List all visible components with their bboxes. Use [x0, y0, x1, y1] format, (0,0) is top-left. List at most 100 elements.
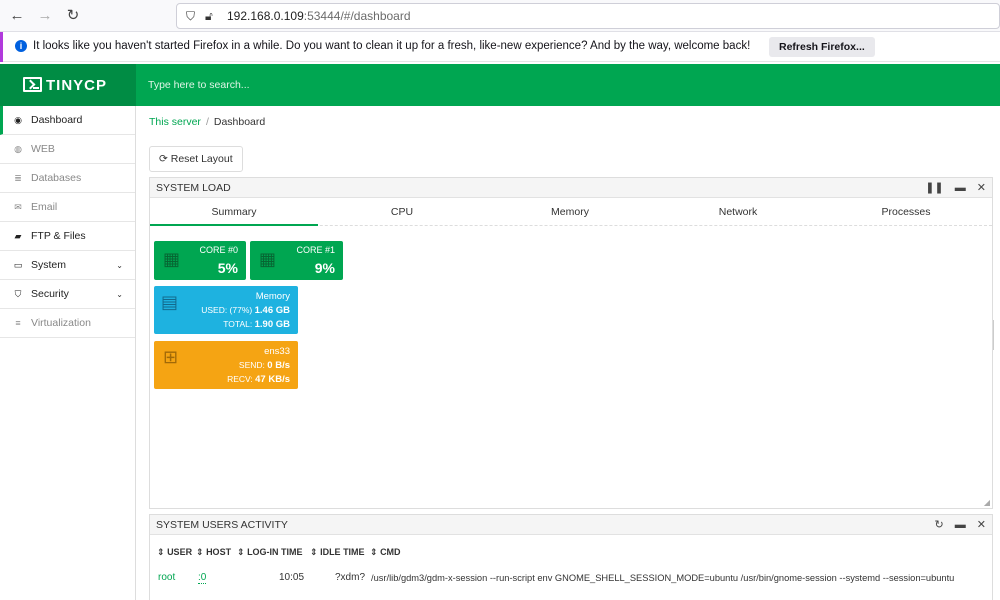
envelope-icon: ✉ — [14, 202, 22, 212]
column-label: IDLE TIME — [320, 547, 365, 557]
tab-network[interactable]: Network — [654, 198, 822, 226]
sidebar-item-security[interactable]: ⛉ Security ⌄ — [0, 280, 135, 309]
url-bar[interactable]: ⛉ 🔓︎ 192.168.0.109:53444/#/dashboard — [176, 3, 1000, 29]
network-title: ens33 — [264, 346, 290, 357]
sidebar-item-virtualization[interactable]: ≡ Virtualization — [0, 309, 135, 338]
breadcrumb-current: Dashboard — [213, 116, 266, 128]
app-header: TINYCP Type here to search... — [0, 64, 1000, 106]
sort-icon: ⇕ — [196, 547, 204, 557]
logo-text: TINYCP — [46, 77, 108, 94]
panel-title: SYSTEM LOAD — [156, 182, 231, 194]
url-text[interactable]: 192.168.0.109:53444/#/dashboard — [227, 9, 411, 23]
core-1-tile[interactable]: ▦ CORE #1 9% — [250, 241, 343, 280]
sidebar-item-label: System — [31, 259, 67, 271]
sort-icon: ⇕ — [237, 547, 245, 557]
notification-bar: i It looks like you haven't started Fire… — [0, 32, 1000, 62]
column-label: HOST — [206, 547, 232, 557]
breadcrumb-link[interactable]: This server — [149, 116, 201, 128]
minimize-icon[interactable]: ▬ — [955, 519, 966, 531]
monitor-icon: ▭ — [13, 260, 23, 270]
resize-handle-icon[interactable]: ◢ — [984, 498, 990, 507]
browser-toolbar: ← → ↻ ⛉ 🔓︎ 192.168.0.109:53444/#/dashboa… — [0, 0, 1000, 32]
sidebar-item-web[interactable]: ◍ WEB — [0, 135, 135, 164]
sort-icon: ⇕ — [157, 547, 165, 557]
cpu-chip-icon: ▦ — [259, 249, 277, 269]
cell-user[interactable]: root — [158, 572, 175, 583]
core-value: 5% — [217, 260, 238, 276]
breadcrumb: This server / Dashboard — [149, 116, 265, 128]
tab-summary[interactable]: Summary — [150, 198, 318, 226]
network-tile[interactable]: ⊞ ens33 SEND: 0 B/s RECV: 47 KB/s — [154, 341, 298, 389]
column-header-host[interactable]: ⇕ HOST — [196, 547, 231, 558]
cpu-chip-icon: ▦ — [163, 249, 181, 269]
reset-layout-button[interactable]: ⟳ Reset Layout — [149, 146, 243, 172]
reload-icon[interactable]: ↻ — [64, 7, 82, 25]
column-label: USER — [167, 547, 193, 557]
forward-icon[interactable]: → — [36, 7, 54, 25]
refresh-icon[interactable]: ↻ — [934, 519, 943, 531]
sidebar-item-label: Security — [31, 288, 69, 300]
close-icon[interactable]: ✕ — [977, 519, 986, 531]
cell-login-time: 10:05 — [279, 572, 305, 583]
ram-module-icon: ▤ — [161, 292, 179, 312]
column-header-user[interactable]: ⇕ USER — [157, 547, 192, 558]
column-label: LOG-IN TIME — [247, 547, 303, 557]
send-label: SEND: — [238, 360, 265, 370]
system-load-panel: SYSTEM LOAD ❚❚ ▬ ✕ Summary CPU Memory Ne… — [149, 177, 993, 509]
column-header-cmd[interactable]: ⇕ CMD — [370, 547, 401, 558]
memory-total-label: TOTAL: — [223, 319, 253, 329]
panel-tools: ❚❚ ▬ ✕ — [917, 178, 986, 198]
pause-icon[interactable]: ❚❚ — [925, 182, 943, 194]
tab-memory[interactable]: Memory — [486, 198, 654, 226]
core-0-tile[interactable]: ▦ CORE #0 5% — [154, 241, 246, 280]
panel-tools: ↻ ▬ ✕ — [926, 515, 986, 535]
column-header-login-time[interactable]: ⇕ LOG-IN TIME — [237, 547, 303, 558]
close-icon[interactable]: ✕ — [977, 182, 986, 194]
lock-icon[interactable]: 🔓︎ — [205, 9, 213, 24]
recv-value: 47 KB/s — [255, 374, 290, 385]
search-input[interactable]: Type here to search... — [148, 79, 250, 91]
refresh-firefox-button[interactable]: Refresh Firefox... — [769, 37, 875, 57]
cell-host[interactable]: :0 — [198, 572, 207, 584]
memory-used: USED: (77%) 1.46 GB — [201, 305, 290, 316]
logo[interactable]: TINYCP — [0, 64, 136, 106]
tab-bar: Summary CPU Memory Network Processes — [150, 198, 992, 226]
sort-icon: ⇕ — [310, 547, 318, 557]
panel-header: SYSTEM USERS ACTIVITY ↻ ▬ ✕ — [150, 515, 992, 535]
sidebar-item-system[interactable]: ▭ System ⌄ — [0, 251, 135, 280]
memory-tile[interactable]: ▤ Memory USED: (77%) 1.46 GB TOTAL: 1.90… — [154, 286, 298, 334]
sidebar-item-ftp-files[interactable]: ▰ FTP & Files — [0, 222, 135, 251]
sidebar-item-label: Virtualization — [31, 317, 91, 329]
minimize-icon[interactable]: ▬ — [955, 182, 966, 194]
page-scroll-edge — [993, 320, 1000, 350]
back-icon[interactable]: ← — [8, 7, 26, 25]
memory-used-value: 1.46 GB — [254, 305, 290, 316]
tab-cpu[interactable]: CPU — [318, 198, 486, 226]
sidebar-item-dashboard[interactable]: ◉ Dashboard — [0, 106, 135, 135]
chevron-down-icon: ⌄ — [116, 261, 123, 270]
notification-accent — [0, 32, 3, 62]
chevron-down-icon: ⌄ — [116, 290, 123, 299]
sidebar-item-email[interactable]: ✉ Email — [0, 193, 135, 222]
send-value: 0 B/s — [267, 360, 290, 371]
sidebar-item-label: Email — [31, 201, 58, 213]
memory-total-value: 1.90 GB — [254, 319, 290, 330]
core-value: 9% — [314, 260, 335, 276]
sidebar-item-label: FTP & Files — [31, 230, 86, 242]
shield-icon: ⛉ — [14, 289, 22, 299]
panel-header: SYSTEM LOAD ❚❚ ▬ ✕ — [150, 178, 992, 198]
memory-used-label: USED: (77%) — [201, 305, 253, 315]
list-icon: ≡ — [15, 318, 21, 328]
sort-icon: ⇕ — [370, 547, 378, 557]
url-path: :53444/#/dashboard — [303, 9, 411, 23]
sidebar-item-label: Dashboard — [31, 114, 83, 126]
folder-icon: ▰ — [14, 231, 22, 241]
tab-processes[interactable]: Processes — [822, 198, 990, 226]
sidebar-item-label: WEB — [31, 143, 55, 155]
breadcrumb-separator: / — [205, 116, 209, 128]
sidebar-item-databases[interactable]: ≣ Databases — [0, 164, 135, 193]
shield-icon[interactable]: ⛉ — [186, 9, 195, 24]
column-label: CMD — [380, 547, 401, 557]
column-header-idle-time[interactable]: ⇕ IDLE TIME — [310, 547, 365, 558]
recv-label: RECV: — [227, 374, 253, 384]
